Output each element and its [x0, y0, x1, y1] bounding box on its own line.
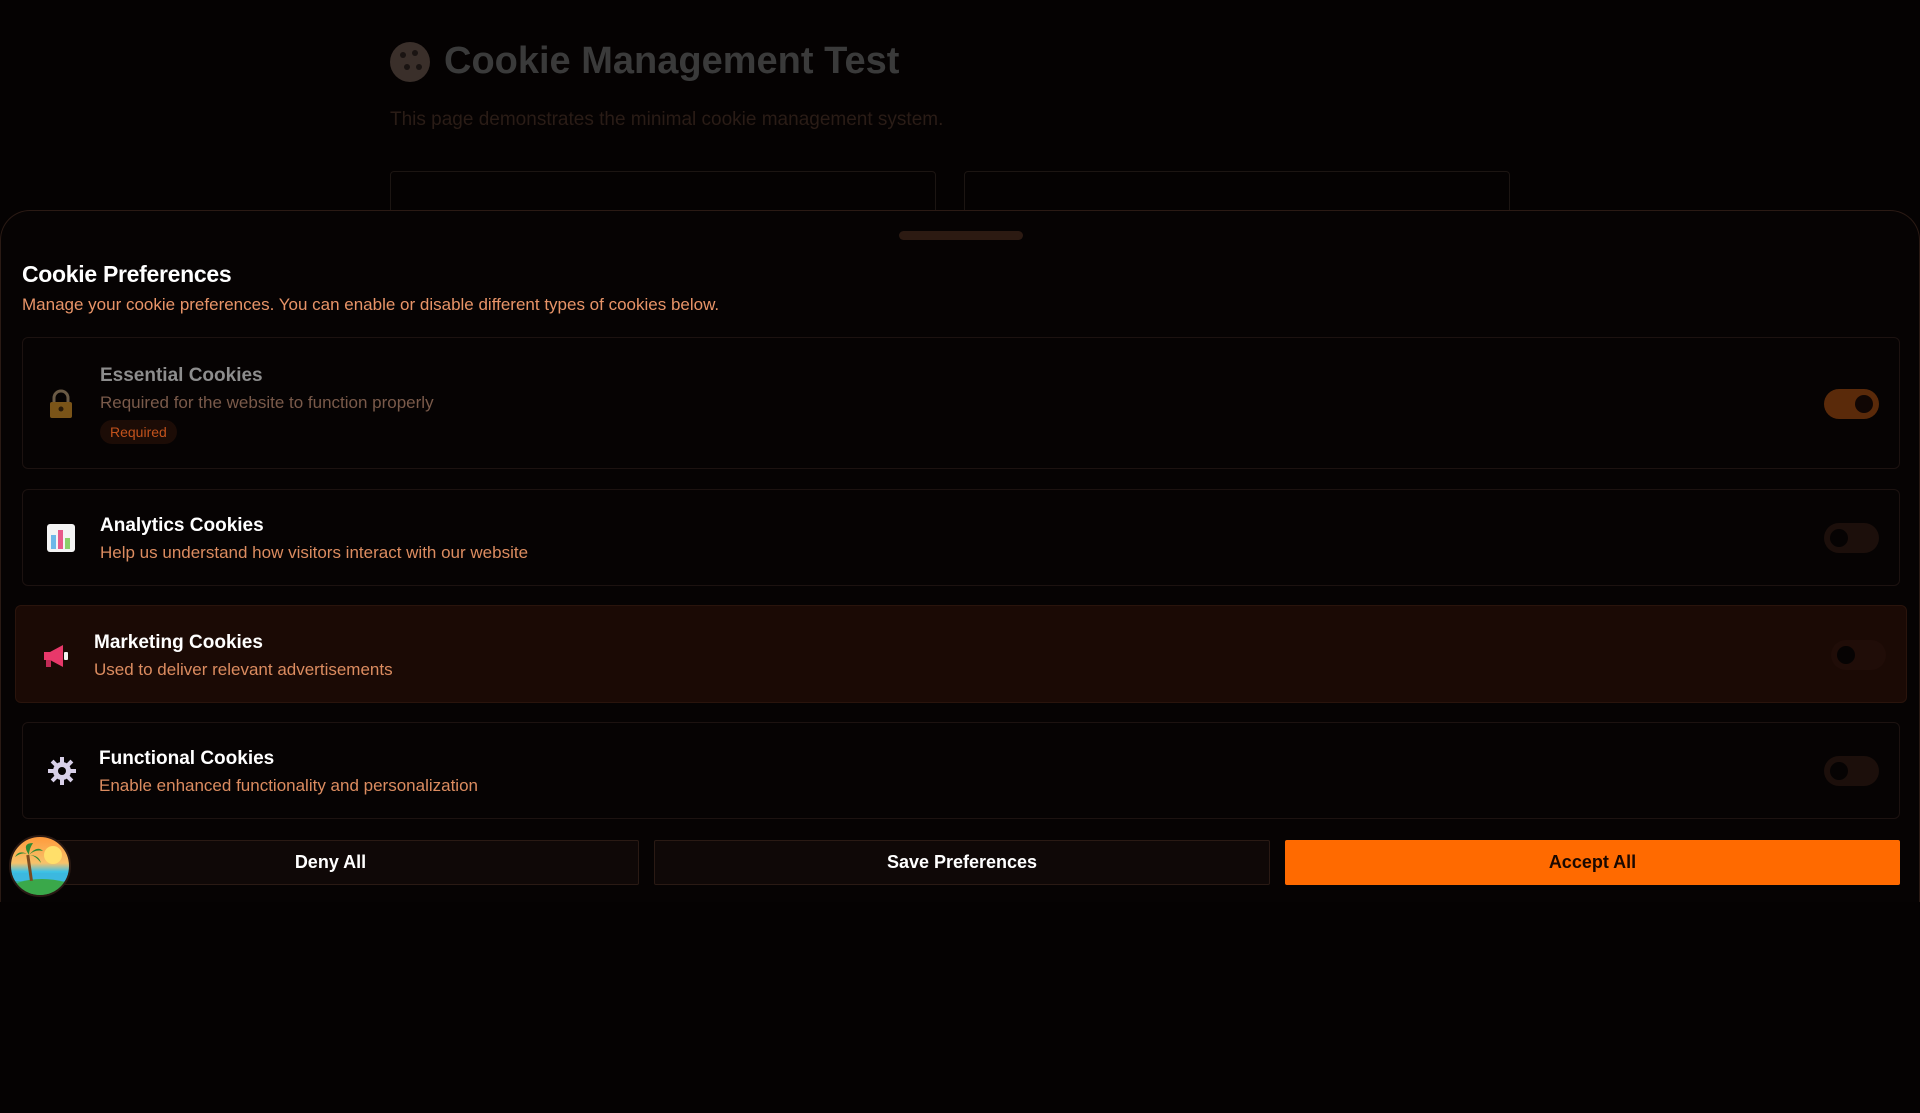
- toggle-knob: [1855, 395, 1873, 413]
- analytics-toggle[interactable]: [1824, 523, 1879, 553]
- category-essential: Essential Cookies Required for the websi…: [22, 337, 1900, 469]
- cookie-preferences-sheet: Cookie Preferences Manage your cookie pr…: [0, 210, 1920, 902]
- background-page-subtitle: This page demonstrates the minimal cooki…: [390, 109, 944, 130]
- category-description: Used to deliver relevant advertisements: [94, 660, 393, 679]
- bar-chart-icon: [45, 522, 77, 554]
- category-description: Help us understand how visitors interact…: [100, 543, 529, 562]
- sheet-drag-handle[interactable]: [899, 231, 1023, 240]
- toggle-knob: [1830, 529, 1848, 547]
- deny-all-button[interactable]: Deny All: [22, 840, 639, 885]
- essential-toggle: [1824, 389, 1879, 419]
- category-name: Functional Cookies: [99, 748, 275, 769]
- category-name: Essential Cookies: [100, 365, 263, 386]
- marketing-toggle[interactable]: [1831, 640, 1886, 670]
- avatar[interactable]: [9, 835, 71, 897]
- cookie-icon: [390, 41, 430, 82]
- category-analytics: Analytics Cookies Help us understand how…: [22, 489, 1900, 586]
- save-preferences-button[interactable]: Save Preferences: [654, 840, 1270, 885]
- category-functional: Functional Cookies Enable enhanced funct…: [22, 722, 1900, 819]
- category-marketing: Marketing Cookies Used to deliver releva…: [15, 605, 1907, 703]
- toggle-knob: [1837, 646, 1855, 664]
- functional-toggle[interactable]: [1824, 756, 1879, 786]
- lock-icon: [45, 388, 77, 420]
- gear-icon: [46, 755, 78, 787]
- sheet-description: Manage your cookie preferences. You can …: [22, 295, 720, 314]
- category-name: Analytics Cookies: [100, 515, 264, 536]
- megaphone-icon: [40, 640, 72, 672]
- category-name: Marketing Cookies: [94, 632, 263, 653]
- required-badge: Required: [100, 420, 177, 444]
- category-description: Required for the website to function pro…: [100, 393, 434, 412]
- sheet-title: Cookie Preferences: [22, 261, 232, 287]
- background-page-title: Cookie Management Test: [390, 40, 1520, 83]
- toggle-knob: [1830, 762, 1848, 780]
- background-title-text: Cookie Management Test: [444, 40, 900, 82]
- category-description: Enable enhanced functionality and person…: [99, 776, 478, 795]
- accept-all-button[interactable]: Accept All: [1285, 840, 1900, 885]
